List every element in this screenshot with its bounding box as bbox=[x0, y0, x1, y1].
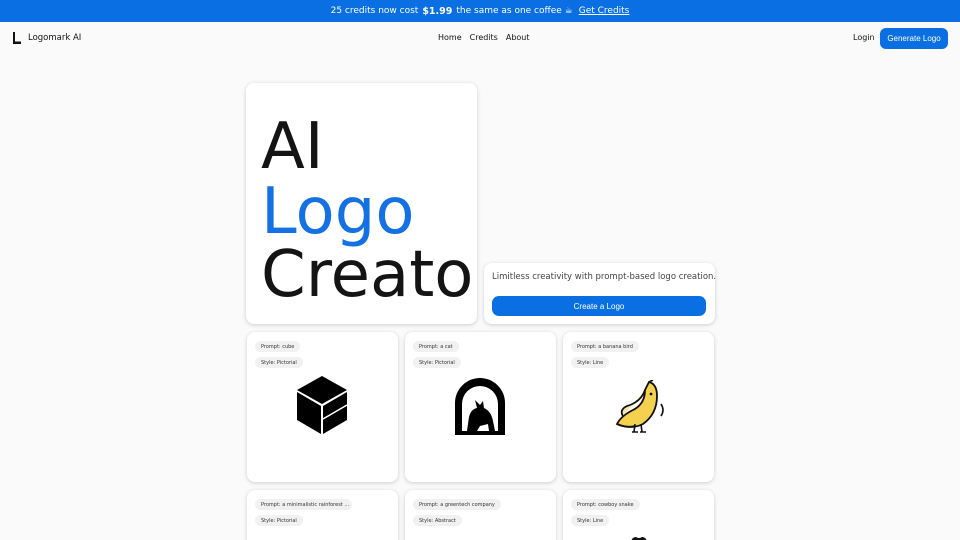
example-card-cowboy-snake[interactable]: Prompt: cowboy snake Style: Line bbox=[563, 490, 714, 540]
promo-banner: 25 credits now cost $1.99 the same as on… bbox=[0, 0, 960, 22]
get-credits-link[interactable]: Get Credits bbox=[579, 6, 630, 16]
style-tag: Style: Pictorial bbox=[255, 515, 303, 526]
example-card-greentech[interactable]: Prompt: a greentech company Style: Abstr… bbox=[405, 490, 556, 540]
brand[interactable]: Logomark AI bbox=[12, 32, 81, 44]
banana-bird-icon bbox=[615, 380, 664, 433]
banner-text-after: the same as one coffee ☕ bbox=[456, 6, 573, 16]
generate-logo-button[interactable]: Generate Logo bbox=[880, 28, 948, 49]
hero-title-line3: Creator bbox=[261, 238, 477, 312]
style-tag: Style: Pictorial bbox=[413, 357, 461, 368]
style-tag: Style: Abstract bbox=[413, 515, 462, 526]
example-card-rainforest[interactable]: Prompt: a minimalistic rainforest ... St… bbox=[247, 490, 398, 540]
top-nav: Logomark AI Home Credits About Login bbox=[0, 22, 960, 55]
nav-home[interactable]: Home bbox=[438, 33, 462, 42]
nav-about[interactable]: About bbox=[506, 33, 530, 42]
nav-links: Home Credits About bbox=[438, 33, 530, 42]
hero-title-line1: AI bbox=[261, 110, 324, 184]
prompt-tag: Prompt: a banana bird bbox=[571, 341, 639, 352]
prompt-tag: Prompt: cowboy snake bbox=[571, 499, 640, 510]
tagline: Limitless creativity with prompt-based l… bbox=[492, 272, 717, 282]
prompt-tag: Prompt: cube bbox=[255, 341, 301, 352]
style-tag: Style: Line bbox=[571, 515, 610, 526]
snake-icon bbox=[631, 537, 647, 540]
example-card-cube[interactable]: Prompt: cube Style: Pictorial bbox=[247, 332, 398, 482]
example-card-cat[interactable]: Prompt: a cat Style: Pictorial bbox=[405, 332, 556, 482]
create-logo-button[interactable]: Create a Logo bbox=[492, 296, 706, 316]
hero-title-line2: Logo bbox=[261, 175, 415, 249]
hero-card: AI Logo Creator bbox=[246, 83, 477, 324]
style-tag: Style: Line bbox=[571, 357, 610, 368]
logomark-icon bbox=[13, 32, 21, 44]
brand-name: Logomark AI bbox=[28, 33, 82, 43]
login-link[interactable]: Login bbox=[853, 33, 875, 42]
cat-icon bbox=[455, 378, 505, 435]
prompt-tag: Prompt: a greentech company bbox=[413, 499, 501, 510]
nav-credits[interactable]: Credits bbox=[470, 33, 498, 42]
banner-text: 25 credits now cost bbox=[330, 6, 419, 16]
style-tag: Style: Pictorial bbox=[255, 357, 303, 368]
example-card-banana-bird[interactable]: Prompt: a banana bird Style: Line bbox=[563, 332, 714, 482]
prompt-tag: Prompt: a cat bbox=[413, 341, 459, 352]
banner-price: $1.99 bbox=[422, 5, 453, 17]
cta-card: Limitless creativity with prompt-based l… bbox=[484, 263, 717, 324]
prompt-tag: Prompt: a minimalistic rainforest ... bbox=[255, 499, 352, 510]
cube-icon bbox=[297, 376, 348, 434]
